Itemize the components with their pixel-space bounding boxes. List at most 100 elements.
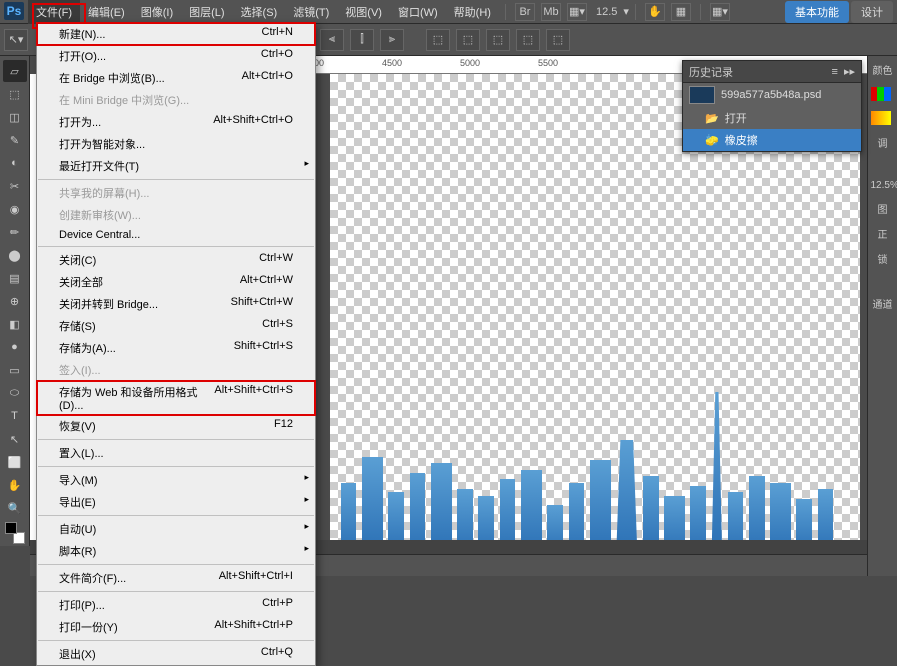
tool-7[interactable]: ✏ (3, 221, 27, 243)
workspace-basic[interactable]: 基本功能 (785, 1, 849, 23)
thumbnail-icon (689, 86, 715, 104)
menu-file[interactable]: 文件(F) (28, 0, 80, 24)
menu-image[interactable]: 图像(I) (133, 0, 181, 24)
bridge-button[interactable]: Br (515, 3, 535, 21)
collapsed-panel-tab[interactable]: 颜色 (871, 60, 895, 79)
collapsed-panel-tab[interactable]: 调 (871, 133, 895, 152)
history-snapshot[interactable]: 599a577a5b48a.psd (683, 83, 861, 107)
align-left-icon[interactable]: ⫷ (320, 29, 344, 51)
tool-17[interactable]: ⬜ (3, 451, 27, 473)
tool-12[interactable]: ● (3, 336, 27, 358)
collapsed-panel-tab[interactable] (871, 284, 895, 288)
color-picker[interactable] (3, 520, 27, 546)
collapsed-panel-tab[interactable]: 通道 (871, 294, 895, 313)
app-logo: Ps (4, 2, 24, 20)
history-panel[interactable]: 历史记录 ≡ ▸▸ 599a577a5b48a.psd 📂打开🧽橡皮擦 (682, 60, 862, 152)
menu-item: 签入(I)... (37, 359, 315, 381)
collapsed-panel-tab[interactable]: 12.5% (871, 178, 895, 193)
tool-6[interactable]: ◉ (3, 198, 27, 220)
menu-item[interactable]: Device Central... (37, 226, 315, 244)
minibridge-button[interactable]: Mb (541, 3, 561, 21)
tool-10[interactable]: ⊕ (3, 290, 27, 312)
tool-3[interactable]: ✎ (3, 129, 27, 151)
menu-view[interactable]: 视图(V) (337, 0, 390, 24)
history-step[interactable]: 📂打开 (683, 107, 861, 129)
menu-item[interactable]: 存储为(A)...Shift+Ctrl+S (37, 337, 315, 359)
collapsed-panel-tab[interactable]: 锁 (871, 249, 895, 268)
tool-5[interactable]: ✂ (3, 175, 27, 197)
menu-help[interactable]: 帮助(H) (446, 0, 499, 24)
tool-8[interactable]: ⬤ (3, 244, 27, 266)
menu-item[interactable]: 打印(P)...Ctrl+P (37, 594, 315, 616)
collapsed-panel-tab[interactable] (871, 274, 895, 278)
distribute-icon[interactable]: ⬚ (486, 29, 510, 51)
menu-item[interactable]: 存储(S)Ctrl+S (37, 315, 315, 337)
menu-item[interactable]: 关闭(C)Ctrl+W (37, 249, 315, 271)
move-tool-preset[interactable]: ↖▾ (4, 29, 28, 51)
menu-item[interactable]: 打开(O)...Ctrl+O (37, 45, 315, 67)
distribute-icon[interactable]: ⬚ (426, 29, 450, 51)
menu-item[interactable]: 打开为...Alt+Shift+Ctrl+O (37, 111, 315, 133)
menu-edit[interactable]: 编辑(E) (80, 0, 133, 24)
tool-13[interactable]: ▭ (3, 359, 27, 381)
menu-item: 共享我的屏幕(H)... (37, 182, 315, 204)
panel-menu-icon[interactable]: ≡ (832, 66, 838, 78)
tool-18[interactable]: ✋ (3, 474, 27, 496)
distribute-icon[interactable]: ⬚ (456, 29, 480, 51)
align-right-icon[interactable]: ⫸ (380, 29, 404, 51)
tool-19[interactable]: 🔍 (3, 497, 27, 519)
arrange-icon[interactable]: ▦▾ (710, 3, 730, 21)
distribute-icon[interactable]: ⬚ (546, 29, 570, 51)
tool-0[interactable]: ▱ (3, 60, 27, 82)
tool-14[interactable]: ⬭ (3, 382, 27, 404)
history-step-label: 橡皮擦 (725, 132, 758, 148)
zoom-level-field[interactable]: 12.5 (596, 6, 617, 18)
menu-item[interactable]: 导出(E) (37, 491, 315, 513)
menu-item[interactable]: 在 Bridge 中浏览(B)...Alt+Ctrl+O (37, 67, 315, 89)
menu-item[interactable]: 打开为智能对象... (37, 133, 315, 155)
menu-item[interactable]: 打印一份(Y)Alt+Shift+Ctrl+P (37, 616, 315, 638)
menu-item[interactable]: 脚本(R) (37, 540, 315, 562)
align-center-h-icon[interactable]: ⫿ (350, 29, 374, 51)
history-step-label: 打开 (725, 110, 747, 126)
tool-1[interactable]: ⬚ (3, 83, 27, 105)
screen-mode-button[interactable]: ▦▾ (567, 3, 587, 21)
menu-item[interactable]: 导入(M) (37, 469, 315, 491)
menu-window[interactable]: 窗口(W) (390, 0, 446, 24)
hand-icon[interactable]: ✋ (645, 3, 665, 21)
menu-item[interactable]: 新建(N)...Ctrl+N (37, 23, 315, 45)
menu-item[interactable]: 存储为 Web 和设备所用格式(D)...Alt+Shift+Ctrl+S (37, 381, 315, 415)
menu-select[interactable]: 选择(S) (233, 0, 286, 24)
history-panel-header[interactable]: 历史记录 ≡ ▸▸ (683, 61, 861, 83)
tool-11[interactable]: ◧ (3, 313, 27, 335)
tool-2[interactable]: ◫ (3, 106, 27, 128)
menu-layer[interactable]: 图层(L) (181, 0, 232, 24)
grid-icon[interactable]: ▦ (671, 3, 691, 21)
menu-item[interactable]: 关闭全部Alt+Ctrl+W (37, 271, 315, 293)
menu-item[interactable]: 自动(U) (37, 518, 315, 540)
distribute-icon[interactable]: ⬚ (516, 29, 540, 51)
history-step[interactable]: 🧽橡皮擦 (683, 129, 861, 151)
collapsed-panel-tab[interactable] (871, 168, 895, 172)
collapsed-panel-tab[interactable]: 图 (871, 199, 895, 218)
workspace-design[interactable]: 设计 (851, 1, 893, 23)
collapsed-panel-tab[interactable] (871, 158, 895, 162)
menu-item[interactable]: 最近打开文件(T) (37, 155, 315, 177)
menu-item[interactable]: 退出(X)Ctrl+Q (37, 643, 315, 665)
menu-item[interactable]: 文件简介(F)...Alt+Shift+Ctrl+I (37, 567, 315, 589)
collapsed-panel-tab[interactable] (871, 85, 895, 103)
collapsed-panel-tab[interactable] (871, 109, 895, 127)
collapsed-panel-tab[interactable]: 正 (871, 224, 895, 243)
toolbox: ▱⬚◫✎◐✂◉✏⬤▤⊕◧●▭⬭T↖⬜✋🔍 (0, 56, 30, 546)
tool-9[interactable]: ▤ (3, 267, 27, 289)
tool-4[interactable]: ◐ (3, 152, 27, 174)
menu-item[interactable]: 关闭并转到 Bridge...Shift+Ctrl+W (37, 293, 315, 315)
tool-15[interactable]: T (3, 405, 27, 427)
menu-item: 创建新审核(W)... (37, 204, 315, 226)
menu-item[interactable]: 置入(L)... (37, 442, 315, 464)
menu-bar: 文件(F) 编辑(E) 图像(I) 图层(L) 选择(S) 滤镜(T) 视图(V… (0, 0, 897, 24)
menu-item[interactable]: 恢复(V)F12 (37, 415, 315, 437)
panel-collapse-icon[interactable]: ▸▸ (844, 65, 855, 78)
tool-16[interactable]: ↖ (3, 428, 27, 450)
menu-filter[interactable]: 滤镜(T) (285, 0, 337, 24)
